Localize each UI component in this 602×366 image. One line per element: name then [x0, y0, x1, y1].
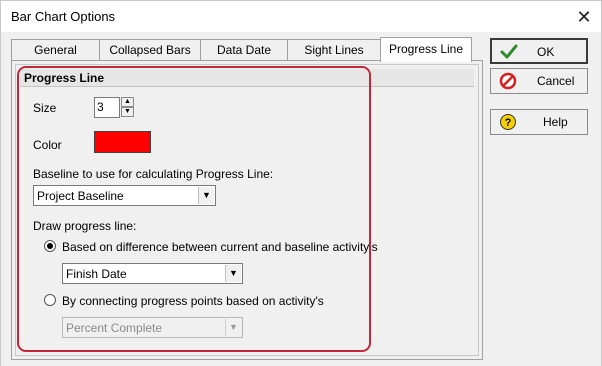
spin-up-button[interactable]: ▲ — [121, 97, 134, 107]
chevron-down-icon: ▼ — [225, 265, 241, 282]
tab-progress-line[interactable]: Progress Line — [380, 37, 472, 62]
difference-value: Finish Date — [66, 267, 127, 281]
question-icon: ? — [500, 114, 516, 130]
connecting-value: Percent Complete — [66, 321, 163, 335]
tab-sight-lines[interactable]: Sight Lines — [287, 39, 381, 61]
no-entry-icon — [499, 72, 517, 90]
ok-button[interactable]: OK — [490, 38, 588, 64]
tab-data-date[interactable]: Data Date — [200, 39, 288, 61]
chevron-down-icon: ▼ — [225, 319, 241, 336]
dialog-client: General Collapsed Bars Data Date Sight L… — [1, 32, 601, 366]
radio-connecting[interactable] — [44, 294, 56, 306]
baseline-label: Baseline to use for calculating Progress… — [33, 167, 274, 181]
panel-frame — [15, 64, 479, 356]
draw-progress-label: Draw progress line: — [33, 219, 137, 233]
difference-select[interactable]: Finish Date ▼ — [62, 263, 243, 284]
help-button[interactable]: ? Help — [490, 109, 588, 135]
svg-text:?: ? — [505, 117, 512, 129]
cancel-button[interactable]: Cancel — [490, 68, 588, 94]
tab-general[interactable]: General — [11, 39, 100, 61]
chevron-down-icon: ▼ — [198, 187, 214, 204]
bar-chart-options-dialog: Bar Chart Options ✕ General Collapsed Ba… — [0, 0, 602, 366]
size-input[interactable]: 3 — [94, 97, 120, 118]
radio-connecting-label[interactable]: By connecting progress points based on a… — [62, 294, 324, 308]
section-title: Progress Line — [24, 71, 105, 85]
triangle-up-icon: ▲ — [124, 98, 131, 105]
size-spinner: ▲ ▼ — [121, 97, 134, 118]
color-picker[interactable] — [94, 131, 151, 153]
color-label: Color — [33, 138, 62, 152]
ok-label: OK — [537, 45, 555, 59]
connecting-select: Percent Complete ▼ — [62, 317, 243, 338]
close-icon: ✕ — [576, 7, 592, 27]
spin-down-button[interactable]: ▼ — [121, 107, 134, 117]
triangle-down-icon: ▼ — [124, 108, 131, 115]
cancel-label: Cancel — [537, 74, 575, 88]
radio-difference[interactable] — [44, 240, 56, 252]
size-label: Size — [33, 101, 57, 115]
section-header: Progress Line — [20, 69, 474, 87]
help-label: Help — [543, 115, 568, 129]
checkmark-icon — [500, 44, 518, 59]
title-bar: Bar Chart Options ✕ — [1, 1, 601, 32]
baseline-select[interactable]: Project Baseline ▼ — [33, 185, 216, 206]
radio-difference-label[interactable]: Based on difference between current and … — [62, 240, 378, 254]
baseline-value: Project Baseline — [37, 189, 124, 203]
progress-line-panel: Progress Line Size 3 ▲ ▼ Color Baseline … — [11, 60, 483, 360]
tab-collapsed-bars[interactable]: Collapsed Bars — [99, 39, 201, 61]
close-button[interactable]: ✕ — [567, 4, 601, 30]
window-title: Bar Chart Options — [11, 9, 116, 24]
